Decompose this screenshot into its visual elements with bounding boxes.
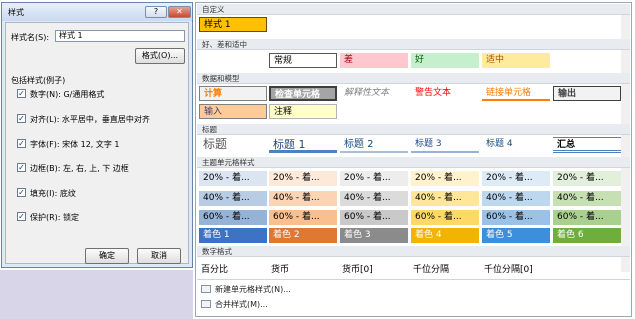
style-tile-60-accent-6[interactable]: 60% - 着... xyxy=(553,210,621,225)
style-name-label: 样式名(S): xyxy=(11,33,50,42)
style-tile-title[interactable]: 标题 xyxy=(199,137,267,153)
style-tile-20-accent-1[interactable]: 20% - 着... xyxy=(199,171,267,186)
style-tile-accent-5[interactable]: 着色 5 xyxy=(482,228,550,243)
checkbox-alignment[interactable]: ✓ xyxy=(17,114,26,123)
style-tile-neutral[interactable]: 适中 xyxy=(482,53,550,68)
checkbox-number[interactable]: ✓ xyxy=(17,89,26,98)
style-dialog: 样式 ? ✕ 样式名(S): 样式 1 格式(O)... 包括样式(例子) ✓ … xyxy=(1,2,193,268)
option-number-label: 数字(N): G/通用格式 xyxy=(30,90,105,99)
option-font-label: 字体(F): 宋体 12, 文字 1 xyxy=(30,140,120,149)
style-tile-currency-0[interactable]: 货币[0] xyxy=(342,262,373,275)
style-tile-percent[interactable]: 百分比 xyxy=(201,262,228,275)
style-tile-output[interactable]: 输出 xyxy=(553,86,621,101)
section-data-model: 数据和模型 xyxy=(197,73,630,84)
style-tile-accent-3[interactable]: 着色 3 xyxy=(340,228,408,243)
new-style-icon xyxy=(201,285,211,293)
dialog-title: 样式 xyxy=(8,8,24,17)
style-tile-check-cell[interactable]: 检查单元格 xyxy=(269,86,337,101)
includes-label: 包括样式(例子) xyxy=(11,76,66,85)
checkbox-font[interactable]: ✓ xyxy=(17,139,26,148)
style-tile-accent-2[interactable]: 着色 2 xyxy=(269,228,337,243)
cell-styles-gallery: 自定义 样式 1 好、差和适中 常规 差 好 适中 数据和模型 计算 检查单元格… xyxy=(195,2,632,317)
checkbox-border[interactable]: ✓ xyxy=(17,163,26,172)
style-tile-40-accent-5[interactable]: 40% - 着... xyxy=(482,191,550,206)
dialog-titlebar[interactable]: 样式 ? ✕ xyxy=(2,3,192,21)
style-tile-custom-1[interactable]: 样式 1 xyxy=(199,17,267,32)
style-tile-40-accent-1[interactable]: 40% - 着... xyxy=(199,191,267,206)
style-tile-heading-1[interactable]: 标题 1 xyxy=(269,137,337,153)
style-tile-good[interactable]: 好 xyxy=(411,53,479,68)
style-tile-60-accent-3[interactable]: 60% - 着... xyxy=(340,210,408,225)
menu-new-cell-style-label: 新建单元格样式(N)... xyxy=(215,285,291,294)
style-tile-normal[interactable]: 常规 xyxy=(269,53,337,68)
section-titles: 标题 xyxy=(197,124,630,135)
style-tile-40-accent-6[interactable]: 40% - 着... xyxy=(553,191,621,206)
section-theme: 主题单元格样式 xyxy=(197,157,630,168)
style-tile-total[interactable]: 汇总 xyxy=(553,137,621,153)
background-area xyxy=(0,270,193,319)
style-tile-warning[interactable]: 警告文本 xyxy=(411,86,479,101)
style-tile-note[interactable]: 注释 xyxy=(269,104,337,119)
style-tile-heading-3[interactable]: 标题 3 xyxy=(411,137,479,153)
option-alignment-label: 对齐(L): 水平居中，垂直居中对齐 xyxy=(30,115,150,124)
style-tile-input[interactable]: 输入 xyxy=(199,104,267,119)
close-icon[interactable]: ✕ xyxy=(168,6,191,18)
style-tile-accent-4[interactable]: 着色 4 xyxy=(411,228,479,243)
style-tile-60-accent-2[interactable]: 60% - 着... xyxy=(269,210,337,225)
style-tile-bad[interactable]: 差 xyxy=(340,53,408,68)
option-protection-label: 保护(R): 锁定 xyxy=(30,213,80,222)
style-tile-comma[interactable]: 千位分隔 xyxy=(413,262,449,275)
style-tile-comma-0[interactable]: 千位分隔[0] xyxy=(484,262,533,275)
menu-new-cell-style[interactable]: 新建单元格样式(N)... xyxy=(199,282,619,296)
section-good-bad: 好、差和适中 xyxy=(197,39,630,50)
style-tile-heading-4[interactable]: 标题 4 xyxy=(482,137,550,153)
checkbox-protection[interactable]: ✓ xyxy=(17,212,26,221)
style-tile-heading-2[interactable]: 标题 2 xyxy=(340,137,408,153)
style-tile-60-accent-4[interactable]: 60% - 着... xyxy=(411,210,479,225)
style-name-input[interactable]: 样式 1 xyxy=(55,30,185,42)
style-tile-20-accent-4[interactable]: 20% - 着... xyxy=(411,171,479,186)
merge-styles-icon xyxy=(201,300,211,308)
style-tile-explanatory[interactable]: 解释性文本 xyxy=(340,86,408,101)
style-tile-20-accent-3[interactable]: 20% - 着... xyxy=(340,171,408,186)
style-tile-calculation[interactable]: 计算 xyxy=(199,86,267,101)
style-tile-60-accent-1[interactable]: 60% - 着... xyxy=(199,210,267,225)
style-tile-40-accent-2[interactable]: 40% - 着... xyxy=(269,191,337,206)
section-number-format: 数字格式 xyxy=(197,246,630,257)
style-tile-20-accent-6[interactable]: 20% - 着... xyxy=(553,171,621,186)
style-tile-linked-cell[interactable]: 链接单元格 xyxy=(482,86,550,101)
ok-button[interactable]: 确定 xyxy=(85,248,129,264)
style-tile-accent-6[interactable]: 着色 6 xyxy=(553,228,621,243)
option-fill-label: 填充(I): 底纹 xyxy=(30,189,76,198)
section-custom: 自定义 xyxy=(197,4,630,15)
dialog-body: 样式名(S): 样式 1 格式(O)... 包括样式(例子) ✓ 数字(N): … xyxy=(5,22,189,264)
style-tile-60-accent-5[interactable]: 60% - 着... xyxy=(482,210,550,225)
style-tile-currency[interactable]: 货币 xyxy=(271,262,289,275)
checkbox-fill[interactable]: ✓ xyxy=(17,188,26,197)
style-tile-20-accent-5[interactable]: 20% - 着... xyxy=(482,171,550,186)
format-button[interactable]: 格式(O)... xyxy=(135,48,185,64)
style-tile-40-accent-3[interactable]: 40% - 着... xyxy=(340,191,408,206)
option-border-label: 边框(B): 左, 右, 上, 下 边框 xyxy=(30,164,129,173)
menu-merge-styles[interactable]: 合并样式(M)... xyxy=(199,297,619,311)
cancel-button[interactable]: 取消 xyxy=(137,248,181,264)
style-tile-20-accent-2[interactable]: 20% - 着... xyxy=(269,171,337,186)
menu-divider xyxy=(197,279,630,280)
style-tile-40-accent-4[interactable]: 40% - 着... xyxy=(411,191,479,206)
help-icon[interactable]: ? xyxy=(145,6,167,18)
menu-merge-styles-label: 合并样式(M)... xyxy=(215,300,268,309)
style-tile-accent-1[interactable]: 着色 1 xyxy=(199,228,267,243)
